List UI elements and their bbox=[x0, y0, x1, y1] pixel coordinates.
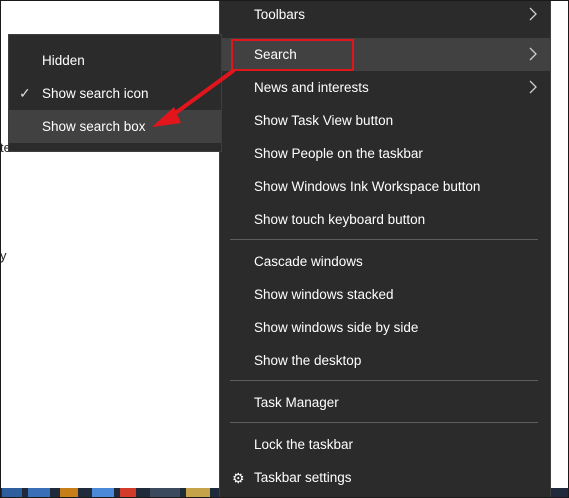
menu-item-task-manager[interactable]: Task Manager bbox=[220, 386, 550, 419]
taskbar-app-icon[interactable] bbox=[2, 488, 22, 498]
menu-item-cascade-windows[interactable]: Cascade windows bbox=[220, 245, 550, 278]
menu-item-label: Toolbars bbox=[254, 7, 306, 22]
taskbar-app-icon[interactable] bbox=[60, 488, 78, 498]
menu-item-label: Show Task View button bbox=[254, 113, 394, 128]
taskbar-app-icon[interactable] bbox=[150, 488, 180, 498]
chevron-right-icon bbox=[529, 80, 537, 94]
menu-item-label: Show the desktop bbox=[254, 353, 362, 368]
menu-item-show-task-view[interactable]: Show Task View button bbox=[220, 104, 550, 137]
menu-item-show-people[interactable]: Show People on the taskbar bbox=[220, 137, 550, 170]
menu-item-lock-the-taskbar[interactable]: Lock the taskbar bbox=[220, 428, 550, 461]
menu-item-label: Taskbar settings bbox=[254, 470, 352, 485]
menu-item-label: Task Manager bbox=[254, 395, 339, 410]
menu-separator bbox=[230, 422, 538, 423]
menu-item-label: Lock the taskbar bbox=[254, 437, 354, 452]
menu-item-label: News and interests bbox=[254, 80, 369, 95]
search-submenu: Hidden ✓ Show search icon Show search bo… bbox=[8, 34, 222, 152]
menu-item-show-the-desktop[interactable]: Show the desktop bbox=[220, 344, 550, 377]
taskbar-app-icon[interactable] bbox=[186, 488, 210, 498]
menu-separator bbox=[230, 239, 538, 240]
menu-item-show-windows-side-by-side[interactable]: Show windows side by side bbox=[220, 311, 550, 344]
menu-item-show-windows-stacked[interactable]: Show windows stacked bbox=[220, 278, 550, 311]
taskbar-app-icon[interactable] bbox=[92, 488, 114, 498]
submenu-item-hidden[interactable]: Hidden bbox=[9, 44, 221, 77]
menu-item-label: Show windows side by side bbox=[254, 320, 419, 335]
checkmark-icon: ✓ bbox=[19, 85, 31, 101]
menu-item-show-ink-workspace[interactable]: Show Windows Ink Workspace button bbox=[220, 170, 550, 203]
submenu-item-label: Show search icon bbox=[42, 86, 149, 101]
menu-item-label: Show windows stacked bbox=[254, 287, 394, 302]
chevron-right-icon bbox=[529, 7, 537, 21]
taskbar-app-icon[interactable] bbox=[28, 488, 50, 498]
gear-icon: ⚙ bbox=[232, 469, 245, 486]
menu-item-show-touch-keyboard[interactable]: Show touch keyboard button bbox=[220, 203, 550, 236]
background-text-fragment: y bbox=[0, 248, 7, 263]
submenu-item-label: Hidden bbox=[42, 53, 85, 68]
menu-item-label: Search bbox=[254, 47, 297, 62]
submenu-item-label: Show search box bbox=[42, 119, 146, 134]
menu-item-label: Show Windows Ink Workspace button bbox=[254, 179, 481, 194]
chevron-right-icon bbox=[529, 47, 537, 61]
menu-item-label: Show touch keyboard button bbox=[254, 212, 426, 227]
menu-separator bbox=[230, 380, 538, 381]
taskbar-context-menu: Toolbars Search News and interests Show … bbox=[219, 0, 551, 498]
menu-item-label: Show People on the taskbar bbox=[254, 146, 423, 161]
submenu-item-show-search-icon[interactable]: ✓ Show search icon bbox=[9, 77, 221, 110]
menu-item-news-and-interests[interactable]: News and interests bbox=[220, 71, 550, 104]
submenu-item-show-search-box[interactable]: Show search box bbox=[9, 110, 221, 143]
menu-item-toolbars[interactable]: Toolbars bbox=[220, 0, 550, 31]
taskbar-app-icon[interactable] bbox=[120, 488, 136, 498]
menu-item-search[interactable]: Search bbox=[220, 38, 550, 71]
menu-item-taskbar-settings[interactable]: ⚙ Taskbar settings bbox=[220, 461, 550, 494]
menu-item-label: Cascade windows bbox=[254, 254, 363, 269]
